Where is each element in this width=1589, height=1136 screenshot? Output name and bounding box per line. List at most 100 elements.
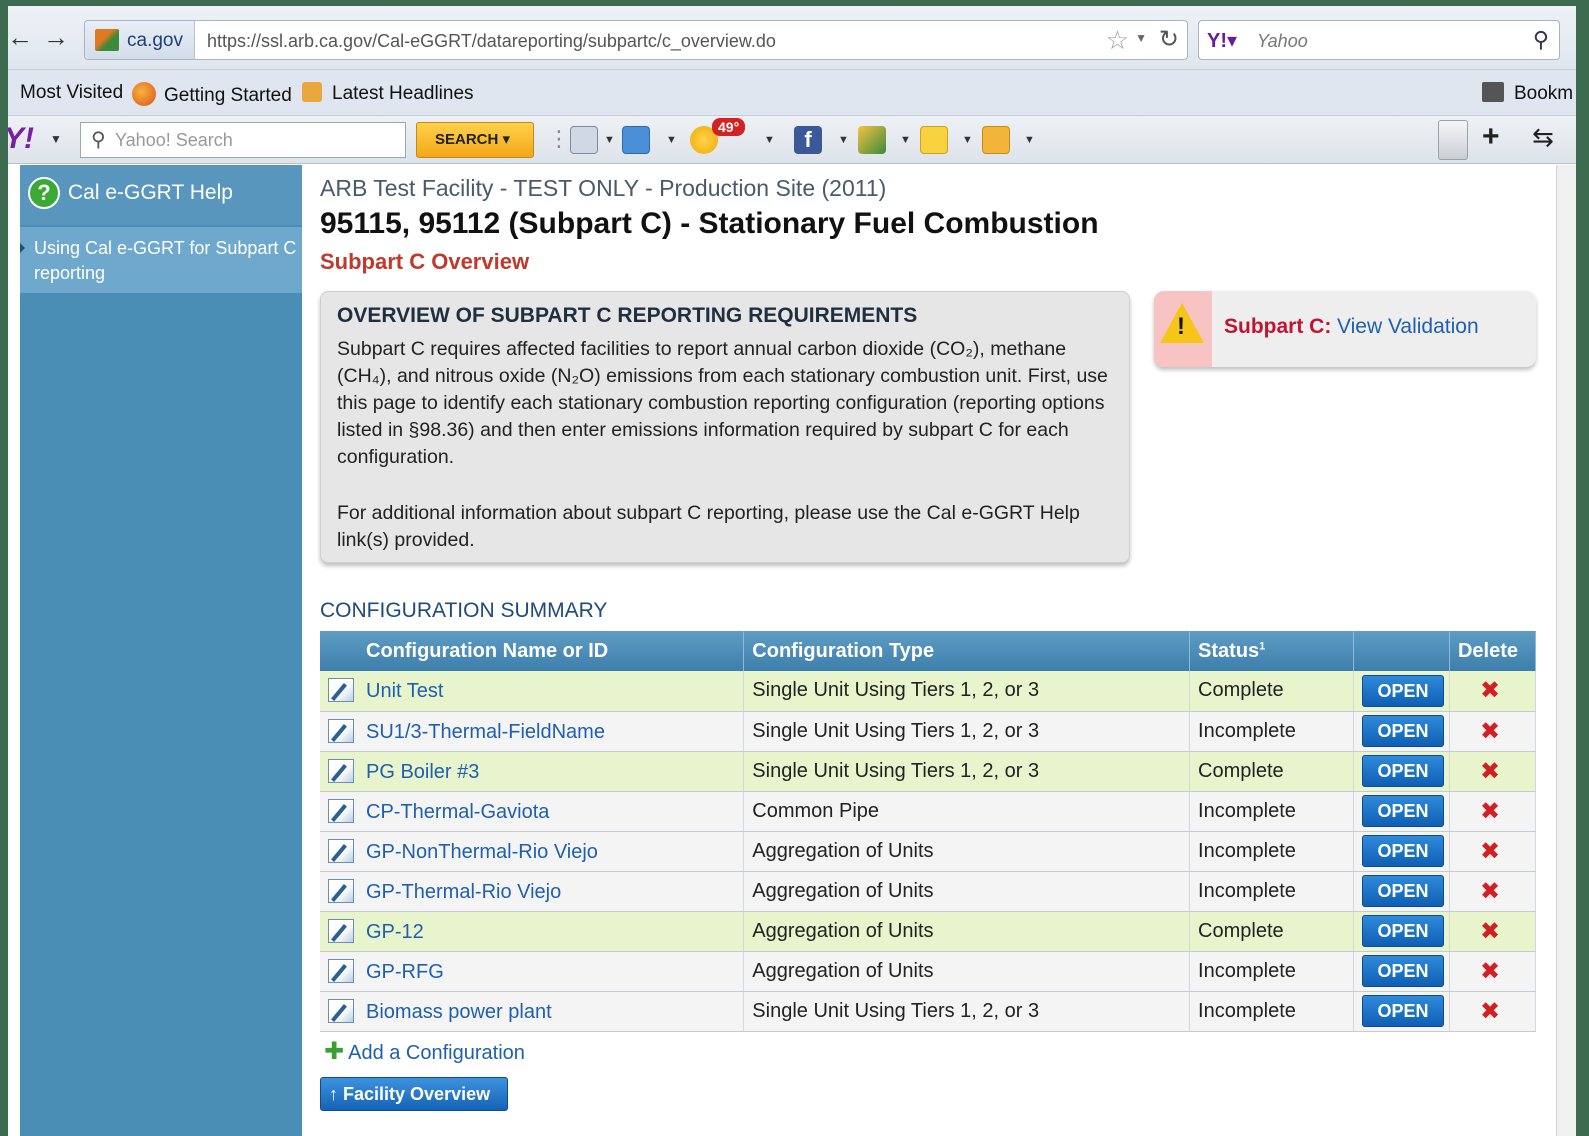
web-search-box[interactable]: Y!▾ Yahoo ⚲ xyxy=(1198,20,1560,60)
delete-icon[interactable]: ✖ xyxy=(1480,717,1500,746)
overview-paragraph: For additional information about subpart… xyxy=(337,502,1080,551)
open-button[interactable]: OPEN xyxy=(1362,875,1444,907)
chevron-down-icon[interactable]: ▼ xyxy=(604,134,615,146)
config-name-cell: PG Boiler #3 xyxy=(320,751,745,792)
bookmark-star-icon[interactable]: ☆ xyxy=(1106,25,1129,56)
edit-icon[interactable] xyxy=(328,878,354,903)
delete-cell: ✖ xyxy=(1449,791,1537,832)
edit-icon[interactable] xyxy=(328,958,354,983)
arrow-right-icon xyxy=(20,243,25,253)
chevron-down-icon[interactable]: ▼ xyxy=(838,134,849,146)
yahoo-logo-icon[interactable]: Y! xyxy=(8,122,34,156)
delete-icon[interactable]: ✖ xyxy=(1480,797,1500,826)
yahoo-engine-icon[interactable]: Y!▾ xyxy=(1207,28,1237,53)
view-validation-link[interactable]: View Validation xyxy=(1337,315,1479,339)
delete-icon[interactable]: ✖ xyxy=(1480,877,1500,906)
edit-icon[interactable] xyxy=(328,758,354,783)
delete-icon[interactable]: ✖ xyxy=(1480,837,1500,866)
weather-temperature-badge: 49° xyxy=(712,118,746,136)
ebay-icon[interactable] xyxy=(920,126,948,154)
column-header-status-label: Status xyxy=(1198,639,1260,662)
bookmark-page-icon[interactable] xyxy=(570,126,598,154)
sidebar-help-link[interactable]: Using Cal e-GGRT for Subpart C reporting xyxy=(34,236,302,286)
delete-icon[interactable]: ✖ xyxy=(1480,676,1500,705)
edit-icon[interactable] xyxy=(328,798,354,823)
finance-icon[interactable] xyxy=(858,126,886,154)
config-name-link[interactable]: GP-NonThermal-Rio Viejo xyxy=(366,841,598,863)
config-name-link[interactable]: PG Boiler #3 xyxy=(366,761,479,783)
open-button[interactable]: OPEN xyxy=(1362,755,1444,787)
bookmark-latest-headlines[interactable]: Latest Headlines xyxy=(302,82,474,105)
sidebar-help-header: ? Cal e-GGRT Help xyxy=(20,165,302,225)
yahoo-search-button-label: SEARCH xyxy=(435,131,499,148)
chevron-down-icon[interactable]: ▼ xyxy=(1135,31,1147,45)
overview-title: OVERVIEW OF SUBPART C REPORTING REQUIREM… xyxy=(337,304,918,327)
edit-icon[interactable] xyxy=(328,918,354,943)
bookmarks-menu[interactable]: Bookm xyxy=(1482,82,1573,105)
table-row: PG Boiler #3 Single Unit Using Tiers 1, 2… xyxy=(320,751,1537,792)
address-bar[interactable]: ca.gov https://ssl.arb.ca.gov/Cal-eGGRT/… xyxy=(84,20,1188,60)
facility-overview-button[interactable]: ↑ Facility Overview xyxy=(320,1077,508,1111)
back-button[interactable]: ← xyxy=(8,20,38,56)
config-name-cell: SU1/3-Thermal-FieldName xyxy=(320,711,745,752)
edit-icon[interactable] xyxy=(328,998,354,1023)
open-button[interactable]: OPEN xyxy=(1362,835,1444,867)
config-name-link[interactable]: GP-RFG xyxy=(366,961,444,983)
scrollbar[interactable] xyxy=(1556,165,1576,1136)
delete-cell: ✖ xyxy=(1449,871,1537,912)
forward-button[interactable]: → xyxy=(38,20,74,56)
edit-icon[interactable] xyxy=(328,718,354,743)
edit-icon[interactable] xyxy=(328,838,354,863)
site-identity-button[interactable]: ca.gov xyxy=(85,21,195,59)
open-button[interactable]: OPEN xyxy=(1362,995,1444,1027)
add-configuration-label: Add a Configuration xyxy=(348,1042,525,1064)
add-icon[interactable]: + xyxy=(1482,120,1500,154)
search-icon[interactable]: ⚲ xyxy=(1533,27,1549,53)
sidebar-help-item[interactable]: Using Cal e-GGRT for Subpart C reporting xyxy=(20,227,302,293)
url-text[interactable]: https://ssl.arb.ca.gov/Cal-eGGRT/datarep… xyxy=(207,31,776,52)
chevron-down-icon[interactable]: ▼ xyxy=(764,134,775,146)
delete-cell: ✖ xyxy=(1449,951,1537,992)
shopping-icon[interactable] xyxy=(982,126,1010,154)
yahoo-search-button[interactable]: SEARCH ▾ xyxy=(416,122,534,158)
validation-icon-area: ! xyxy=(1154,291,1212,367)
config-name-link[interactable]: CP-Thermal-Gaviota xyxy=(366,801,549,823)
table-row: CP-Thermal-Gaviota Common Pipe Incomplete O… xyxy=(320,791,1537,832)
reload-icon[interactable]: ↻ xyxy=(1159,25,1179,54)
open-cell: OPEN xyxy=(1353,991,1450,1032)
bookmark-getting-started[interactable]: Getting Started xyxy=(132,82,292,107)
column-header-open xyxy=(1353,631,1450,671)
open-button[interactable]: OPEN xyxy=(1362,674,1444,707)
delete-icon[interactable]: ✖ xyxy=(1480,757,1500,786)
delete-icon[interactable]: ✖ xyxy=(1480,917,1500,946)
add-configuration-link[interactable]: ✚ Add a Configuration xyxy=(324,1037,525,1066)
mail-icon[interactable] xyxy=(622,126,650,154)
chevron-down-icon[interactable]: ▼ xyxy=(50,132,62,146)
edit-icon[interactable] xyxy=(328,678,354,703)
chevron-down-icon[interactable]: ▼ xyxy=(962,134,973,146)
config-name-link[interactable]: SU1/3-Thermal-FieldName xyxy=(366,721,605,743)
delete-icon[interactable]: ✖ xyxy=(1480,997,1500,1026)
config-name-cell: CP-Thermal-Gaviota xyxy=(320,791,745,832)
config-name-link[interactable]: Unit Test xyxy=(366,680,443,702)
list-menu-icon[interactable] xyxy=(1438,120,1468,160)
delete-cell: ✖ xyxy=(1449,751,1537,792)
facebook-icon[interactable]: f xyxy=(794,126,822,154)
config-name-link[interactable]: Biomass power plant xyxy=(366,1001,552,1023)
open-button[interactable]: OPEN xyxy=(1362,915,1444,947)
open-button[interactable]: OPEN xyxy=(1362,955,1444,987)
swap-icon[interactable]: ⇆ xyxy=(1532,122,1554,153)
yahoo-search-input[interactable]: ⚲ Yahoo! Search xyxy=(80,122,406,158)
delete-cell: ✖ xyxy=(1449,711,1537,752)
chevron-down-icon[interactable]: ▼ xyxy=(666,134,677,146)
config-name-link[interactable]: GP-12 xyxy=(366,921,424,943)
config-name-link[interactable]: GP-Thermal-Rio Viejo xyxy=(366,881,561,903)
overview-panel: OVERVIEW OF SUBPART C REPORTING REQUIREM… xyxy=(320,291,1130,563)
delete-icon[interactable]: ✖ xyxy=(1480,957,1500,986)
chevron-down-icon[interactable]: ▼ xyxy=(1024,134,1035,146)
open-cell: OPEN xyxy=(1353,751,1450,792)
open-button[interactable]: OPEN xyxy=(1362,795,1444,827)
open-button[interactable]: OPEN xyxy=(1362,715,1444,747)
bookmark-most-visited[interactable]: Most Visited xyxy=(20,82,123,104)
chevron-down-icon[interactable]: ▼ xyxy=(900,134,911,146)
